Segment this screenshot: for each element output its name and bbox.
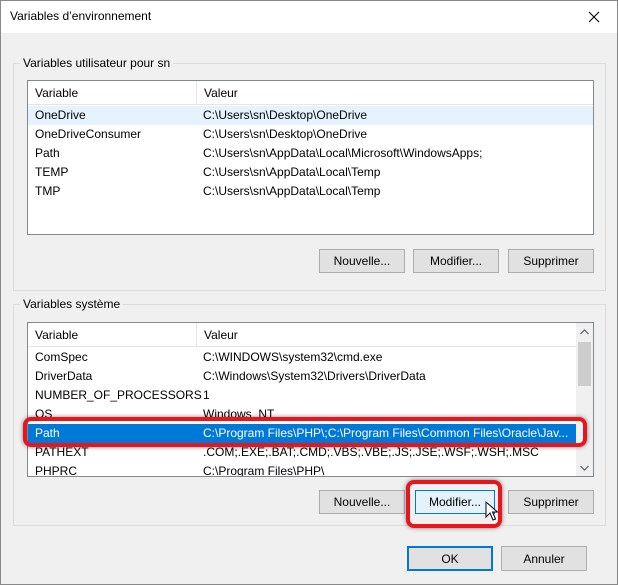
system-new-button[interactable]: Nouvelle...	[319, 490, 405, 514]
variable-name: TMP	[35, 184, 61, 198]
variable-name: NUMBER_OF_PROCESSORS	[35, 388, 202, 402]
chevron-down-icon	[580, 465, 589, 471]
user-variables-group: Variables utilisateur pour sn Variable V…	[13, 56, 606, 291]
scroll-thumb[interactable]	[578, 342, 591, 386]
variable-value: C:\WINDOWS\system32\cmd.exe	[203, 350, 383, 364]
list-item[interactable]: PHPRC C:\Program Files\PHP\	[28, 462, 593, 477]
list-item[interactable]: TMP C:\Users\sn\AppData\Local\Temp	[28, 182, 593, 201]
ok-button[interactable]: OK	[407, 546, 493, 571]
user-new-button[interactable]: Nouvelle...	[319, 249, 405, 273]
variable-name: DriverData	[35, 369, 93, 383]
variable-value: C:\Users\sn\AppData\Local\Microsoft\Wind…	[203, 146, 483, 160]
user-variables-list[interactable]: Variable Valeur OneDrive C:\Users\sn\Des…	[27, 80, 594, 235]
scroll-down-button[interactable]	[576, 459, 593, 476]
scroll-up-button[interactable]	[576, 323, 593, 340]
variable-value: C:\Users\sn\AppData\Local\Temp	[203, 184, 381, 198]
system-list-header: Variable Valeur	[28, 323, 593, 347]
system-delete-button[interactable]: Supprimer	[508, 490, 594, 514]
column-header-variable[interactable]: Variable	[28, 323, 196, 347]
variable-name: ComSpec	[35, 350, 88, 364]
column-header-value[interactable]: Valeur	[196, 323, 576, 347]
variable-value: 1	[203, 388, 210, 402]
user-edit-button[interactable]: Modifier...	[413, 249, 499, 273]
cancel-button[interactable]: Annuler	[501, 546, 587, 571]
column-header-variable[interactable]: Variable	[28, 81, 196, 105]
variable-name: TEMP	[35, 165, 69, 179]
user-delete-button[interactable]: Supprimer	[508, 249, 594, 273]
user-variables-label: Variables utilisateur pour sn	[20, 56, 174, 70]
list-item[interactable]: TEMP C:\Users\sn\AppData\Local\Temp	[28, 163, 593, 182]
variable-name: Path	[35, 146, 60, 160]
system-variables-label: Variables système	[20, 297, 124, 311]
close-button[interactable]	[571, 1, 617, 33]
list-item[interactable]: ComSpec C:\WINDOWS\system32\cmd.exe	[28, 348, 593, 367]
variable-value: C:\Users\sn\Desktop\OneDrive	[203, 108, 368, 122]
variable-value: C:\Users\sn\Desktop\OneDrive	[203, 127, 368, 141]
variable-value: C:\Windows\System32\Drivers\DriverData	[203, 369, 426, 383]
column-header-value[interactable]: Valeur	[196, 81, 576, 105]
list-item[interactable]: DriverData C:\Windows\System32\Drivers\D…	[28, 367, 593, 386]
list-item[interactable]: OneDrive C:\Users\sn\Desktop\OneDrive	[28, 106, 593, 125]
environment-variables-dialog: Variables d’environnement Variables util…	[0, 0, 618, 585]
list-item[interactable]: Path C:\Users\sn\AppData\Local\Microsoft…	[28, 144, 593, 163]
user-list-header: Variable Valeur	[28, 81, 593, 105]
path-row-highlight	[23, 417, 587, 447]
system-variables-group: Variables système Variable Valeur ComSpe…	[13, 297, 606, 526]
variable-value: C:\Users\sn\AppData\Local\Temp	[203, 165, 381, 179]
variable-name: OneDriveConsumer	[35, 127, 142, 141]
mouse-cursor-icon	[485, 501, 499, 521]
window-title: Variables d’environnement	[10, 9, 152, 23]
system-variables-list[interactable]: Variable Valeur ComSpec C:\WINDOWS\syste…	[27, 322, 594, 477]
vertical-scrollbar[interactable]	[576, 323, 593, 476]
variable-name: OneDrive	[35, 108, 86, 122]
variable-value: C:\Program Files\PHP\	[203, 464, 325, 477]
close-icon	[588, 11, 600, 23]
list-item[interactable]: OneDriveConsumer C:\Users\sn\Desktop\One…	[28, 125, 593, 144]
title-bar: Variables d’environnement	[1, 1, 617, 33]
chevron-up-icon	[580, 328, 589, 334]
variable-name: PHPRC	[35, 464, 78, 477]
list-item[interactable]: NUMBER_OF_PROCESSORS 1	[28, 386, 593, 405]
